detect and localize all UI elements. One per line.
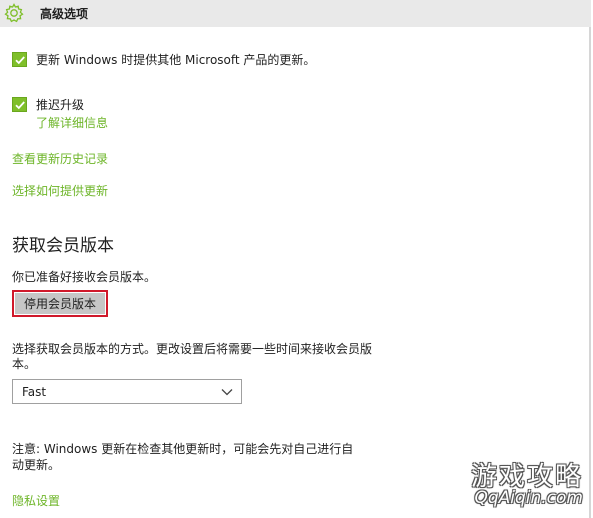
update-note: 注意: Windows 更新在检查其他更新时，可能会先对自己进行自动更新。 bbox=[12, 442, 354, 472]
insider-ring-select[interactable]: Fast bbox=[12, 379, 242, 404]
checkmark-icon bbox=[15, 100, 25, 109]
checkmark-icon bbox=[15, 55, 25, 64]
choose-delivery-link[interactable]: 选择如何提供更新 bbox=[12, 182, 108, 199]
stop-insider-highlight: 停用会员版本 bbox=[12, 290, 108, 317]
privacy-settings-link[interactable]: 隐私设置 bbox=[12, 492, 60, 509]
stop-insider-button[interactable]: 停用会员版本 bbox=[15, 293, 105, 314]
insider-choose-text: 选择获取会员版本的方式。更改设置后将需要一些时间来接收会员版本。 bbox=[12, 342, 373, 371]
learn-more-link[interactable]: 了解详细信息 bbox=[36, 114, 108, 131]
checkbox-other-products[interactable] bbox=[12, 51, 27, 67]
watermark-site: QqAiqin.com bbox=[474, 488, 583, 508]
chevron-down-icon bbox=[221, 389, 233, 396]
option-other-products-label: 更新 Windows 时提供其他 Microsoft 产品的更新。 bbox=[36, 52, 316, 67]
option-defer-upgrades-label: 推迟升级 bbox=[36, 97, 85, 112]
insider-ring-value: Fast bbox=[22, 385, 47, 399]
page-title: 高级选项 bbox=[40, 7, 89, 21]
option-defer-upgrades[interactable]: 推迟升级 bbox=[12, 95, 84, 113]
view-update-history-link[interactable]: 查看更新历史记录 bbox=[12, 150, 108, 167]
gear-icon bbox=[3, 2, 25, 24]
insider-heading: 获取会员版本 bbox=[12, 236, 114, 256]
checkbox-defer-upgrades[interactable] bbox=[12, 96, 27, 112]
option-other-products[interactable]: 更新 Windows 时提供其他 Microsoft 产品的更新。 bbox=[12, 50, 315, 68]
title-bar: 高级选项 bbox=[0, 0, 591, 27]
insider-ready-text: 你已准备好接收会员版本。 bbox=[12, 270, 157, 284]
advanced-options-page: 高级选项 更新 Windows 时提供其他 Microsoft 产品的更新。 推… bbox=[0, 0, 591, 518]
